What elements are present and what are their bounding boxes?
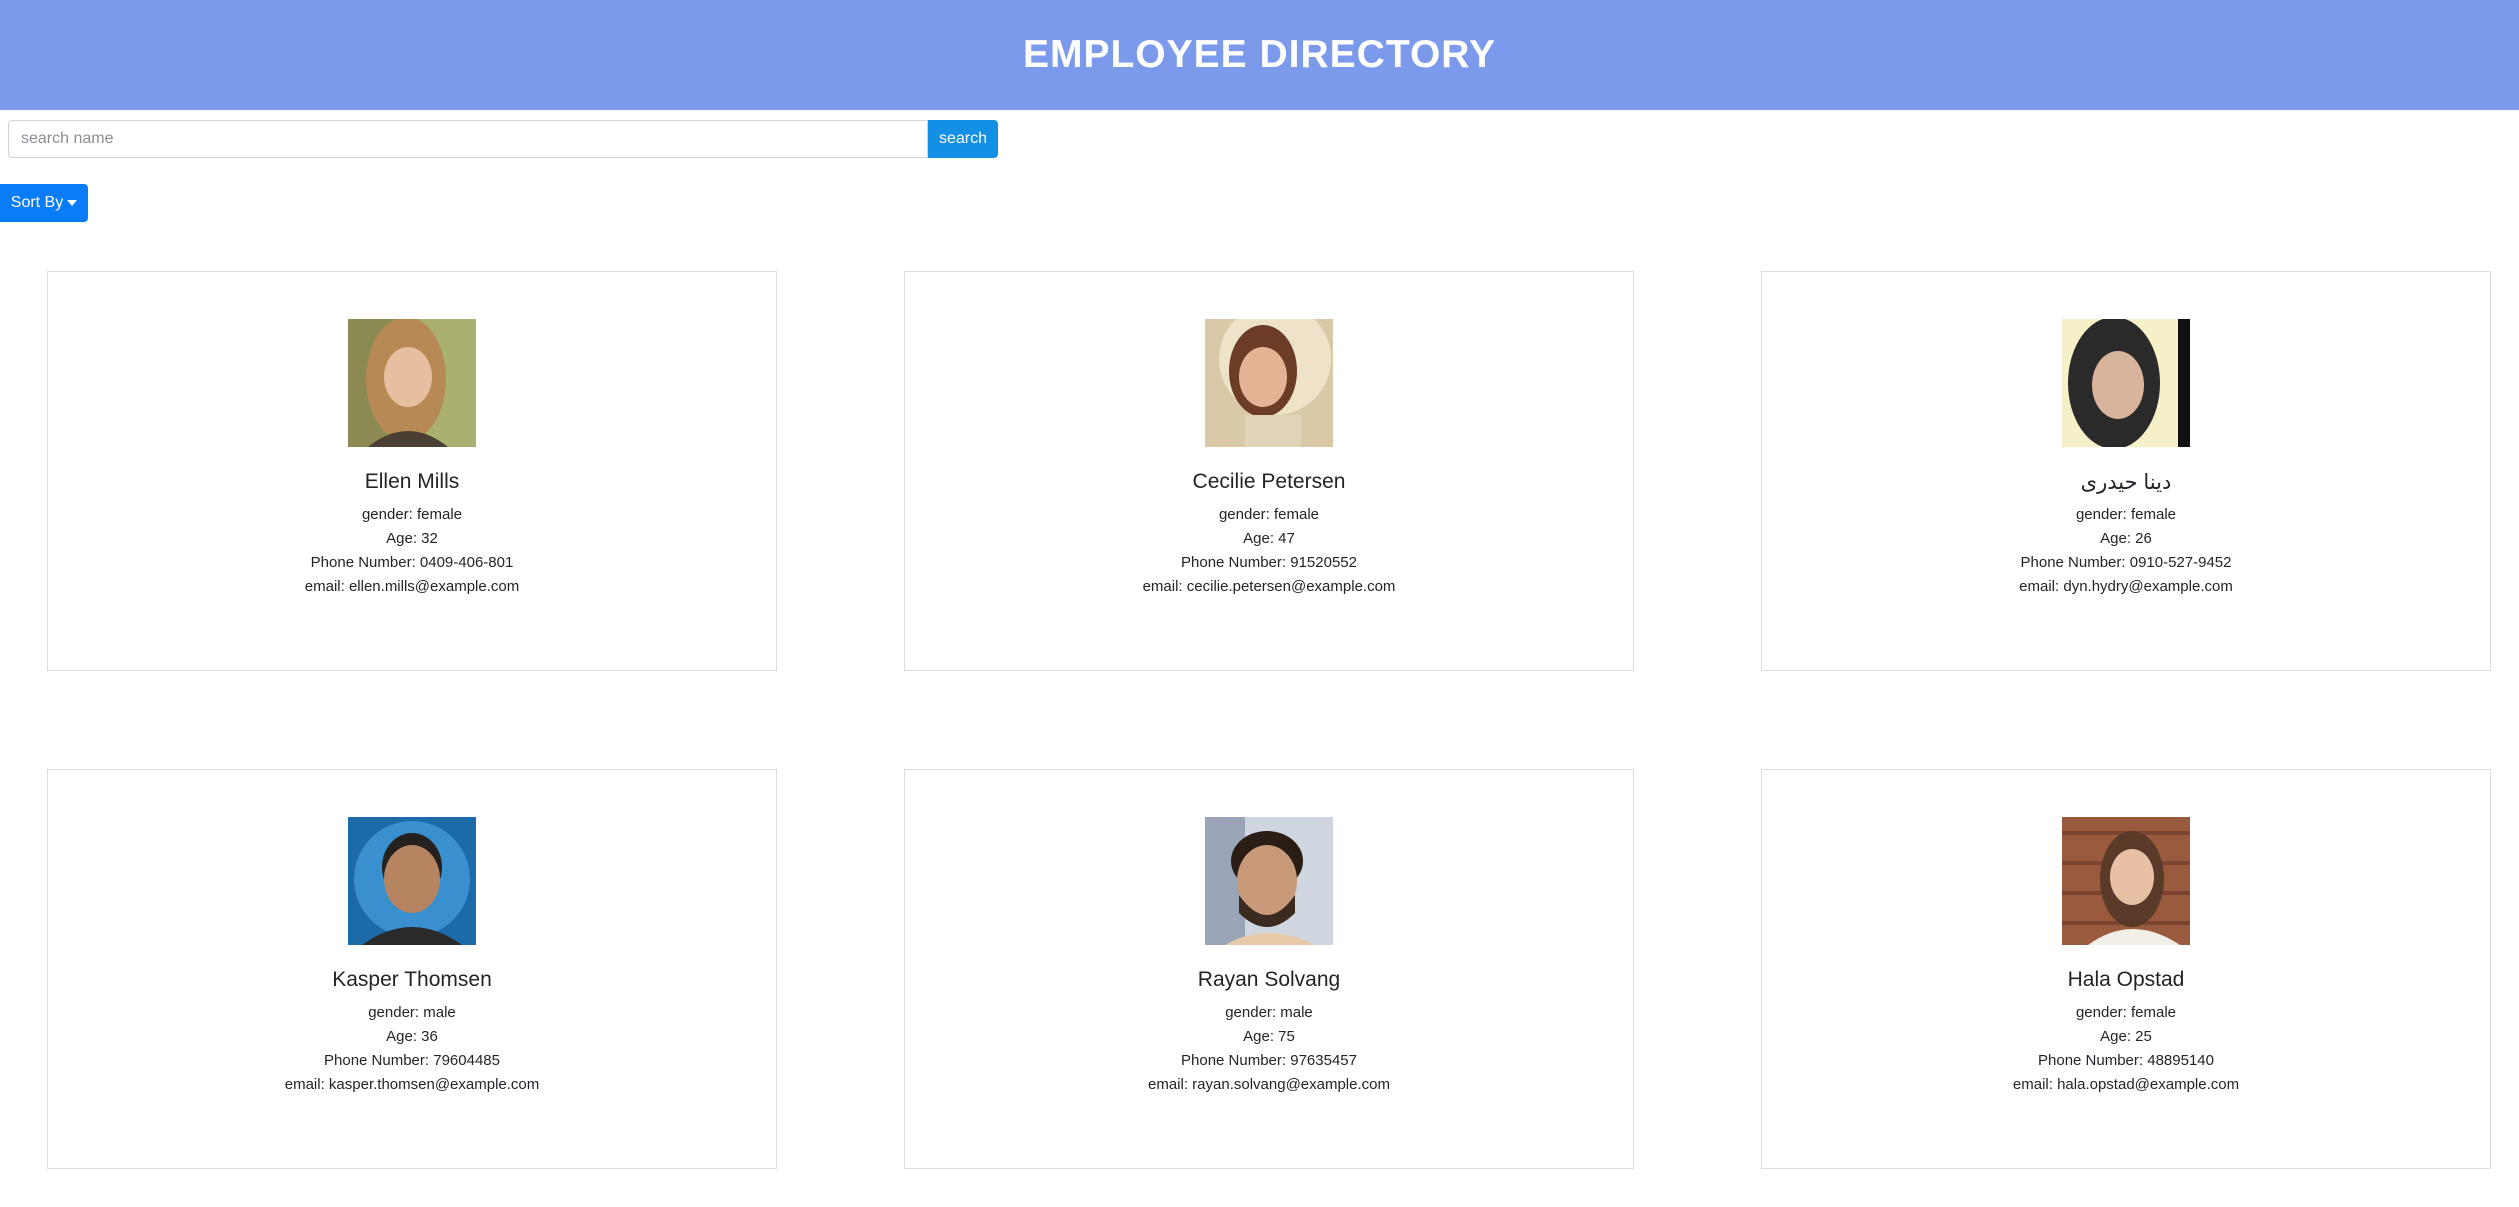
employee-email: email: rayan.solvang@example.com <box>1147 1076 1390 1093</box>
employee-card: Rayan Solvang gender: male Age: 75 Phone… <box>904 769 1634 1169</box>
employee-age: Age: 32 <box>386 530 438 547</box>
search-button[interactable]: search <box>928 120 998 158</box>
employee-email: email: dyn.hydry@example.com <box>2019 578 2233 595</box>
employee-photo <box>1205 319 1333 447</box>
employee-photo <box>348 817 476 945</box>
employee-phone: Phone Number: 79604485 <box>324 1052 500 1069</box>
employee-email: email: cecilie.petersen@example.com <box>1142 578 1396 595</box>
sort-by-dropdown[interactable]: Sort By <box>0 184 88 222</box>
employee-email: email: ellen.mills@example.com <box>304 578 520 595</box>
employee-name: Ellen Mills <box>364 470 460 493</box>
employee-phone: Phone Number: 0409-406-801 <box>310 554 514 571</box>
page-header: EMPLOYEE DIRECTORY <box>0 0 2519 110</box>
employee-card: Ellen Mills gender: female Age: 32 Phone… <box>47 271 777 671</box>
employee-card: دينا حيدری gender: female Age: 26 Phone … <box>1761 271 2491 671</box>
employee-gender: gender: female <box>361 506 463 523</box>
employee-email: email: kasper.thomsen@example.com <box>284 1076 540 1093</box>
employee-photo <box>2062 817 2190 945</box>
page-title: EMPLOYEE DIRECTORY <box>1022 33 1497 76</box>
employee-phone: Phone Number: 48895140 <box>2038 1052 2214 1069</box>
employee-age: Age: 36 <box>386 1028 438 1045</box>
employee-card: Kasper Thomsen gender: male Age: 36 Phon… <box>47 769 777 1169</box>
employee-photo <box>2062 319 2190 447</box>
sort-by-label: Sort By <box>10 194 64 211</box>
employee-age: Age: 47 <box>1243 530 1295 547</box>
employee-name: Cecilie Petersen <box>1192 470 1346 493</box>
employee-name: Rayan Solvang <box>1197 968 1341 991</box>
employee-age: Age: 75 <box>1243 1028 1295 1045</box>
employee-name: دينا حيدری <box>2080 471 2172 494</box>
employee-card: Cecilie Petersen gender: female Age: 47 … <box>904 271 1634 671</box>
employee-age: Age: 25 <box>2100 1028 2152 1045</box>
caret-down-icon <box>67 200 78 206</box>
employee-phone: Phone Number: 91520552 <box>1181 554 1357 571</box>
employee-name: Hala Opstad <box>2067 968 2185 991</box>
search-input[interactable] <box>8 120 928 158</box>
employee-photo <box>1205 817 1333 945</box>
employee-card: Hala Opstad gender: female Age: 25 Phone… <box>1761 769 2491 1169</box>
employee-gender: gender: female <box>2075 1004 2177 1021</box>
employee-gender: gender: male <box>1225 1004 1313 1021</box>
employee-gender: gender: male <box>368 1004 456 1021</box>
employee-gender: gender: female <box>1218 506 1320 523</box>
employee-phone: Phone Number: 97635457 <box>1181 1052 1357 1069</box>
employee-email: email: hala.opstad@example.com <box>2012 1076 2240 1093</box>
employee-age: Age: 26 <box>2100 530 2152 547</box>
employee-gender: gender: female <box>2075 506 2177 523</box>
employee-phone: Phone Number: 0910-527-9452 <box>2020 554 2232 571</box>
employee-name: Kasper Thomsen <box>332 968 492 991</box>
search-bar: search <box>8 120 998 158</box>
employee-photo <box>348 319 476 447</box>
